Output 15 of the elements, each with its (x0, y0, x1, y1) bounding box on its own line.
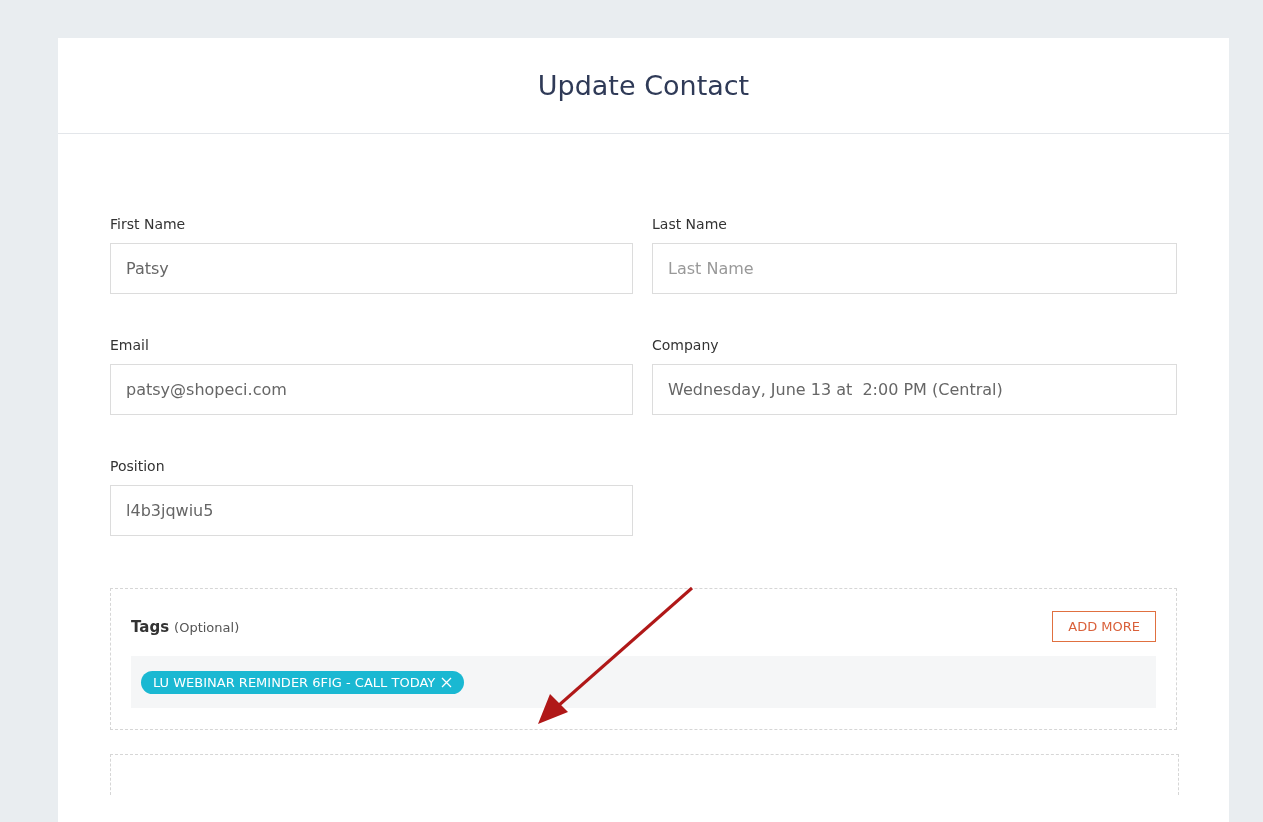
optional-note: (Optional) (174, 619, 240, 635)
field-label: Position (110, 458, 165, 474)
add-more-button[interactable]: ADD MORE (1052, 611, 1156, 642)
input-field[interactable]: Wednesday, June 13 at 2:00 PM (Central) (652, 364, 1177, 415)
input-field[interactable]: l4b3jqwiu5 (110, 485, 633, 536)
input-field[interactable]: Patsy (110, 243, 633, 294)
field-label: First Name (110, 216, 186, 232)
field-label: Company (652, 337, 719, 353)
field-label: Last Name (652, 216, 727, 232)
tags-title: Tags (131, 617, 170, 636)
input-field[interactable]: Last Name (652, 243, 1177, 294)
close-icon[interactable] (441, 676, 453, 688)
input-field[interactable]: patsy@shopeci.com (110, 364, 633, 415)
page-title: Update Contact (537, 70, 750, 101)
field-label: Email (110, 337, 149, 353)
